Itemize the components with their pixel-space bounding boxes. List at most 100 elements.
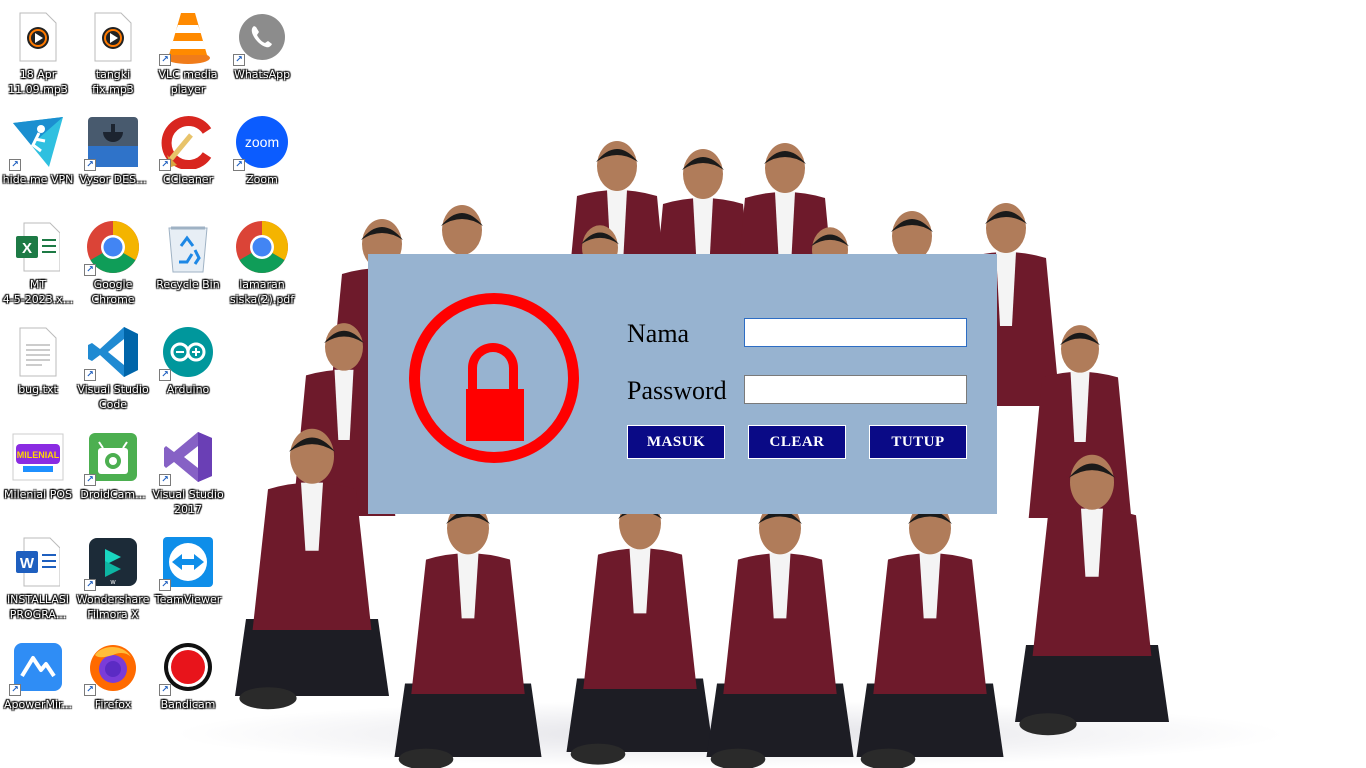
droidcam-icon: ↗: [84, 430, 140, 486]
recycle-bin-icon: [161, 220, 215, 274]
desktop-icon-vscode[interactable]: ↗ Visual Studio Code: [75, 319, 151, 419]
icon-label: lamaran siska(2).pdf: [229, 278, 295, 306]
chrome-icon: ↗: [84, 220, 140, 276]
excel-file-icon: X: [11, 220, 65, 274]
shortcut-arrow-icon: ↗: [84, 579, 96, 591]
icon-label: 18 Apr 11.09.mp3: [8, 68, 68, 96]
shortcut-arrow-icon: ↗: [159, 684, 171, 696]
desktop-icon-bandicam[interactable]: ↗ Bandicam: [150, 634, 226, 734]
firefox-icon: ↗: [84, 640, 140, 696]
person-figure: [856, 501, 1004, 768]
apowermirror-icon: ↗: [9, 640, 65, 696]
shortcut-arrow-icon: ↗: [84, 684, 96, 696]
name-label: Nama: [627, 319, 690, 348]
desktop-icon-bug-txt[interactable]: bug.txt: [0, 319, 76, 419]
shortcut-arrow-icon: ↗: [84, 264, 96, 276]
svg-text:W: W: [20, 555, 35, 572]
icon-label: Milenial POS: [4, 488, 72, 501]
teamviewer-icon: ↗: [159, 535, 215, 591]
desktop-icon-vlc[interactable]: ↗ VLC media player: [150, 4, 226, 104]
icon-label: hide.me VPN: [2, 173, 74, 186]
desktop-icon-apowermirror[interactable]: ↗ ApowerMir...: [0, 634, 76, 734]
filmora-icon: w ↗: [84, 535, 140, 591]
icon-label: WhatsApp: [233, 68, 291, 81]
icon-label: VLC media player: [158, 68, 218, 96]
desktop-icon-google-chrome[interactable]: ↗ Google Chrome: [75, 214, 151, 314]
desktop-icon-mt-excel[interactable]: X MT 4-5-2023.x...: [0, 214, 76, 314]
icon-label: ApowerMir...: [3, 698, 73, 711]
name-input[interactable]: [744, 318, 967, 347]
desktop-icon-18apr-mp3[interactable]: 18 Apr 11.09.mp3: [0, 4, 76, 104]
svg-text:zoom: zoom: [245, 134, 279, 150]
shortcut-arrow-icon: ↗: [159, 159, 171, 171]
shortcut-arrow-icon: ↗: [9, 159, 21, 171]
lock-shackle: [468, 343, 518, 393]
icon-label: Google Chrome: [91, 278, 135, 306]
audio-file-icon: [11, 10, 65, 64]
desktop-icon-recycle-bin[interactable]: Recycle Bin: [150, 214, 226, 314]
icon-label: Arduino: [166, 383, 210, 396]
whatsapp-icon: ↗: [233, 10, 289, 66]
word-file-icon: W: [11, 535, 65, 589]
password-label: Password: [627, 376, 727, 405]
svg-text:MILENIAL: MILENIAL: [17, 450, 60, 460]
desktop-icon-ccleaner[interactable]: ↗ CCleaner: [150, 109, 226, 209]
desktop-icon-whatsapp[interactable]: ↗ WhatsApp: [224, 4, 300, 104]
vlc-icon: ↗: [159, 10, 215, 66]
shortcut-arrow-icon: ↗: [159, 474, 171, 486]
arduino-icon: ↗: [159, 325, 215, 381]
icon-label: Visual Studio Code: [77, 383, 149, 411]
desktop-icon-zoom[interactable]: zoom ↗ Zoom: [224, 109, 300, 209]
shortcut-arrow-icon: ↗: [159, 369, 171, 381]
shortcut-arrow-icon: ↗: [84, 474, 96, 486]
visual-studio-icon: ↗: [159, 430, 215, 486]
desktop-icon-teamviewer[interactable]: ↗ TeamViewer: [150, 529, 226, 629]
hideme-vpn-icon: ↗: [9, 115, 65, 171]
lock-body: [466, 389, 524, 441]
desktop-icon-vysor[interactable]: ↗ Vysor DES...: [75, 109, 151, 209]
icon-label: INSTALLASI PROGRA...: [6, 593, 70, 621]
desktop-icon-firefox[interactable]: ↗ Firefox: [75, 634, 151, 734]
audio-file-icon: [86, 10, 140, 64]
shortcut-arrow-icon: ↗: [84, 369, 96, 381]
icon-label: Wondershare Filmora X: [76, 593, 150, 621]
desktop-icon-tangki-mp3[interactable]: tangki fix.mp3: [75, 4, 151, 104]
icon-label: CCleaner: [162, 173, 214, 186]
desktop-icon-visual-studio-2017[interactable]: ↗ Visual Studio 2017: [150, 424, 226, 524]
login-form: Nama Password MASUK CLEAR TUTUP: [368, 254, 997, 514]
desktop-icon-hideme-vpn[interactable]: ↗ hide.me VPN: [0, 109, 76, 209]
icon-label: Bandicam: [160, 698, 216, 711]
person-figure: [706, 501, 854, 768]
clear-button[interactable]: CLEAR: [748, 425, 846, 459]
shortcut-arrow-icon: ↗: [233, 54, 245, 66]
shortcut-arrow-icon: ↗: [84, 159, 96, 171]
icon-label: MT 4-5-2023.x...: [2, 278, 74, 306]
svg-text:w: w: [109, 579, 116, 586]
vysor-icon: ↗: [84, 115, 140, 171]
desktop-icon-arduino[interactable]: ↗ Arduino: [150, 319, 226, 419]
text-file-icon: [11, 325, 65, 379]
tutup-button[interactable]: TUTUP: [869, 425, 967, 459]
masuk-button[interactable]: MASUK: [627, 425, 725, 459]
icon-label: TeamViewer: [154, 593, 222, 606]
icon-label: bug.txt: [18, 383, 58, 396]
desktop-icon-lamaran-pdf[interactable]: lamaran siska(2).pdf: [224, 214, 300, 314]
desktop-icon-installasi-docx[interactable]: W INSTALLASI PROGRA...: [0, 529, 76, 629]
password-input[interactable]: [744, 375, 967, 404]
chrome-pdf-icon: [235, 220, 289, 274]
svg-text:X: X: [22, 240, 32, 257]
milenial-pos-icon: MILENIAL: [11, 430, 65, 484]
desktop-icon-filmora[interactable]: w ↗ Wondershare Filmora X: [75, 529, 151, 629]
shortcut-arrow-icon: ↗: [159, 54, 171, 66]
desktop-icon-milenial-pos[interactable]: MILENIAL Milenial POS: [0, 424, 76, 524]
icon-label: Zoom: [246, 173, 278, 186]
lock-icon: [409, 293, 579, 463]
person-figure: [394, 501, 542, 768]
ccleaner-icon: ↗: [159, 115, 215, 171]
icon-label: Visual Studio 2017: [152, 488, 224, 516]
icon-label: Firefox: [94, 698, 132, 711]
desktop-icon-droidcam[interactable]: ↗ DroidCam...: [75, 424, 151, 524]
bandicam-icon: ↗: [159, 640, 215, 696]
shortcut-arrow-icon: ↗: [159, 579, 171, 591]
shortcut-arrow-icon: ↗: [233, 159, 245, 171]
